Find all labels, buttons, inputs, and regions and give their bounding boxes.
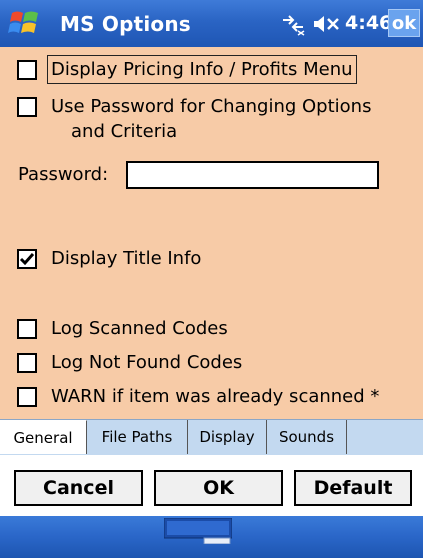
display-title-checkbox[interactable] — [17, 249, 37, 269]
display-pricing-option[interactable]: Display Pricing Info / Profits Menu — [17, 55, 357, 84]
password-label: Password: — [18, 164, 109, 185]
warn-scanned-label[interactable]: WARN if item was already scanned * — [51, 384, 379, 409]
checkmark-icon — [19, 253, 35, 266]
tab-display[interactable]: Display — [188, 420, 267, 454]
menu-bar — [0, 516, 423, 558]
log-not-found-checkbox[interactable] — [17, 353, 37, 373]
use-password-label-line2: and Criteria — [71, 121, 178, 142]
default-button[interactable]: Default — [294, 470, 412, 506]
password-field[interactable] — [126, 161, 379, 189]
keyboard-icon[interactable] — [164, 518, 232, 544]
log-scanned-option[interactable]: Log Scanned Codes — [17, 316, 228, 341]
cancel-button[interactable]: Cancel — [14, 470, 143, 506]
display-title-label[interactable]: Display Title Info — [51, 246, 201, 271]
use-password-option[interactable]: Use Password for Changing Options and Cr… — [17, 94, 371, 144]
options-panel: Display Pricing Info / Profits Menu Use … — [0, 47, 423, 419]
warn-scanned-option[interactable]: WARN if item was already scanned * — [17, 384, 379, 409]
display-pricing-checkbox[interactable] — [17, 60, 37, 80]
tab-file-paths[interactable]: File Paths — [87, 420, 188, 454]
clock[interactable]: 4:46 — [345, 12, 392, 34]
log-not-found-label[interactable]: Log Not Found Codes — [51, 350, 242, 375]
display-title-option[interactable]: Display Title Info — [17, 246, 201, 271]
window-title: MS Options — [60, 12, 191, 36]
log-scanned-checkbox[interactable] — [17, 319, 37, 339]
display-pricing-label[interactable]: Display Pricing Info / Profits Menu — [47, 55, 357, 84]
volume-muted-icon[interactable] — [312, 14, 342, 34]
button-area: Cancel OK Default — [0, 455, 423, 516]
title-bar: MS Options 4:46 ok — [0, 0, 423, 47]
windows-start-icon[interactable] — [8, 7, 42, 41]
use-password-label-line1: Use Password for Changing Options — [51, 96, 372, 117]
use-password-label[interactable]: Use Password for Changing Options and Cr… — [51, 94, 371, 144]
ok-button[interactable]: OK — [154, 470, 283, 506]
ok-title-button[interactable]: ok — [388, 9, 420, 37]
log-scanned-label[interactable]: Log Scanned Codes — [51, 316, 228, 341]
tab-bar: General File Paths Display Sounds — [0, 419, 423, 455]
log-not-found-option[interactable]: Log Not Found Codes — [17, 350, 242, 375]
tab-sounds[interactable]: Sounds — [267, 420, 347, 454]
use-password-checkbox[interactable] — [17, 97, 37, 117]
tab-general[interactable]: General — [0, 420, 87, 454]
warn-scanned-checkbox[interactable] — [17, 387, 37, 407]
connectivity-icon[interactable] — [280, 12, 306, 36]
